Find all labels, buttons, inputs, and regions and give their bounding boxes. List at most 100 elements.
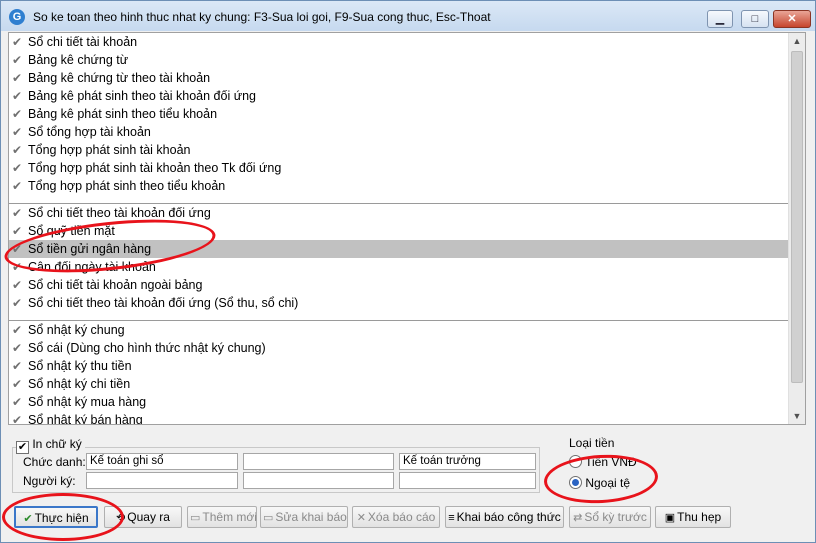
check-icon: ✔ — [12, 296, 23, 310]
window-title: So ke toan theo hinh thuc nhat ky chung:… — [33, 10, 491, 24]
vertical-scrollbar[interactable]: ▲ ▼ — [788, 33, 805, 424]
edit-declaration-button-label: Sửa khai báo — [275, 510, 347, 524]
check-icon: ✔ — [12, 143, 23, 157]
check-icon: ✔ — [12, 395, 23, 409]
report-list-item[interactable]: ✔ Sổ nhật ký chi tiền — [9, 375, 789, 393]
report-list-item[interactable]: ✔ Sổ nhật ký thu tiền — [9, 357, 789, 375]
report-list-items: ✔ Sổ chi tiết tài khoản ✔ Bảng kê chứng từ ✔… — [9, 33, 789, 425]
title-bar[interactable]: G So ke toan theo hinh thuc nhat ky chun… — [1, 1, 815, 31]
signer-field-1[interactable] — [86, 472, 238, 489]
currency-group: Loại tiền Tiền VNĐ Ngoại tệ — [561, 434, 681, 494]
title-field-2[interactable] — [243, 453, 394, 470]
previous-period-button-label: Sổ kỳ trước — [584, 510, 647, 524]
report-list-item[interactable]: ✔ Bảng kê phát sinh theo tài khoản đối ứn… — [9, 87, 789, 105]
currency-option-foreign[interactable]: Ngoại tệ — [569, 476, 630, 490]
checkbox-box[interactable]: ✔ — [16, 441, 29, 454]
check-icon: ✔ — [12, 224, 23, 238]
check-icon: ✔ — [12, 107, 23, 121]
signer-label: Người ký: — [23, 474, 76, 488]
check-icon: ✔ — [12, 413, 23, 425]
report-list-item-label: Sổ cái (Dùng cho hình thức nhật ký chung… — [28, 341, 266, 355]
check-icon: ✔ — [12, 35, 23, 49]
report-window: G So ke toan theo hinh thuc nhat ky chun… — [0, 0, 816, 543]
check-icon: ✔ — [12, 323, 23, 337]
maximize-button[interactable]: □ — [741, 10, 769, 28]
signer-field-2[interactable] — [243, 472, 394, 489]
report-list-item[interactable]: ✔ Tổng hợp phát sinh tài khoản theo Tk đố… — [9, 159, 789, 177]
checkmark-icon: ✔ — [23, 513, 33, 525]
report-list-item-label: Bảng kê chứng từ — [28, 53, 129, 67]
previous-period-icon: ⇄ — [573, 512, 583, 524]
back-icon: ⟲ — [116, 512, 126, 524]
report-list-item-label: Sổ chi tiết tài khoản — [28, 35, 138, 49]
minimize-icon: ▁ — [715, 13, 725, 25]
delete-report-button-label: Xóa báo cáo — [367, 510, 436, 524]
report-list-item[interactable]: ✔ Tổng hợp phát sinh tài khoản — [9, 141, 789, 159]
add-new-button[interactable]: ▭ Thêm mới — [187, 506, 257, 528]
currency-option-vnd-label: Tiền VNĐ — [585, 455, 637, 469]
check-icon: ✔ — [12, 89, 23, 103]
report-list-item[interactable]: ✔ Sổ chi tiết tài khoản — [9, 33, 789, 51]
check-icon: ✔ — [12, 161, 23, 175]
check-icon: ✔ — [12, 179, 23, 193]
report-list-item-label: Tổng hợp phát sinh theo tiểu khoản — [28, 179, 226, 193]
delete-icon: ✕ — [356, 512, 366, 524]
formula-declaration-button[interactable]: ≡ Khai báo công thức — [445, 506, 564, 528]
collapse-button[interactable]: ▣ Thu hẹp — [655, 506, 731, 528]
collapse-icon: ▣ — [664, 512, 676, 524]
report-list-item[interactable]: ✔ Sổ chi tiết theo tài khoản đối ứng — [9, 204, 789, 222]
check-icon: ✔ — [12, 206, 23, 220]
formula-icon: ≡ — [448, 512, 455, 524]
title-field-1[interactable]: Kế toán ghi sổ — [86, 453, 238, 470]
check-icon: ✔ — [12, 125, 23, 139]
scroll-down-icon[interactable]: ▼ — [789, 408, 805, 424]
report-list-item[interactable]: ✔ Sổ tiền gửi ngân hàng — [9, 240, 789, 258]
title-field-3[interactable]: Kế toán trưởng — [399, 453, 536, 470]
report-list-item[interactable]: ✔ Sổ nhật ký chung — [9, 321, 789, 339]
report-list-item[interactable]: ✔ Sổ quỹ tiền mặt — [9, 222, 789, 240]
report-list-item[interactable]: ✔ Sổ chi tiết tài khoản ngoài bảng — [9, 276, 789, 294]
minimize-button[interactable]: ▁ — [707, 10, 733, 28]
scroll-thumb[interactable] — [791, 51, 803, 383]
report-list-item-label: Sổ chi tiết tài khoản ngoài bảng — [28, 278, 203, 292]
report-list-item-label: Sổ nhật ký bán hàng — [28, 413, 143, 425]
report-list-item[interactable]: ✔ Bảng kê phát sinh theo tiểu khoản — [9, 105, 789, 123]
check-icon: ✔ — [12, 71, 23, 85]
report-list-item[interactable]: ✔ Bảng kê chứng từ theo tài khoản — [9, 69, 789, 87]
report-list-item-label: Sổ nhật ký mua hàng — [28, 395, 147, 409]
delete-report-button[interactable]: ✕ Xóa báo cáo — [352, 506, 440, 528]
report-list-item-label: Sổ nhật ký chi tiền — [28, 377, 131, 391]
execute-button-label: Thực hiện — [34, 511, 89, 525]
maximize-icon: □ — [751, 13, 759, 25]
radio-vnd[interactable] — [569, 455, 582, 468]
back-button[interactable]: ⟲ Quay ra — [104, 506, 182, 528]
formula-declaration-button-label: Khai báo công thức — [456, 510, 561, 524]
radio-foreign[interactable] — [569, 476, 582, 489]
check-icon: ✔ — [12, 260, 23, 274]
report-list-item[interactable]: ✔ Tổng hợp phát sinh theo tiểu khoản — [9, 177, 789, 195]
report-list-item[interactable]: ✔ Sổ chi tiết theo tài khoản đối ứng (Sổ … — [9, 294, 789, 312]
print-signature-checkbox[interactable]: ✔ In chữ ký — [16, 437, 85, 454]
previous-period-button[interactable]: ⇄ Sổ kỳ trước — [569, 506, 651, 528]
close-button[interactable]: ✕ — [773, 10, 811, 28]
report-list-item-label: Sổ nhật ký thu tiền — [28, 359, 132, 373]
execute-button[interactable]: ✔ Thực hiện — [14, 506, 98, 528]
report-list-item-label: Sổ chi tiết theo tài khoản đối ứng — [28, 206, 211, 220]
print-signature-label: In chữ ký — [32, 437, 82, 451]
edit-declaration-button[interactable]: ▭ Sửa khai báo — [260, 506, 348, 528]
currency-label: Loại tiền — [569, 436, 615, 450]
report-list-item[interactable]: ✔ Sổ nhật ký bán hàng — [9, 411, 789, 425]
report-list-item[interactable]: ✔ Sổ tổng hợp tài khoản — [9, 123, 789, 141]
report-list-item-label: Sổ tổng hợp tài khoản — [28, 125, 151, 139]
scroll-up-icon[interactable]: ▲ — [789, 33, 805, 49]
currency-option-vnd[interactable]: Tiền VNĐ — [569, 455, 637, 469]
signer-field-3[interactable] — [399, 472, 536, 489]
report-list[interactable]: ✔ Sổ chi tiết tài khoản ✔ Bảng kê chứng từ ✔… — [8, 32, 806, 425]
report-list-item[interactable]: ✔ Sổ nhật ký mua hàng — [9, 393, 789, 411]
report-list-item[interactable]: ✔ Bảng kê chứng từ — [9, 51, 789, 69]
check-icon: ✔ — [12, 341, 23, 355]
report-list-item[interactable]: ✔ Cân đối ngày tài khoản — [9, 258, 789, 276]
report-list-item[interactable]: ✔ Sổ cái (Dùng cho hình thức nhật ký chun… — [9, 339, 789, 357]
